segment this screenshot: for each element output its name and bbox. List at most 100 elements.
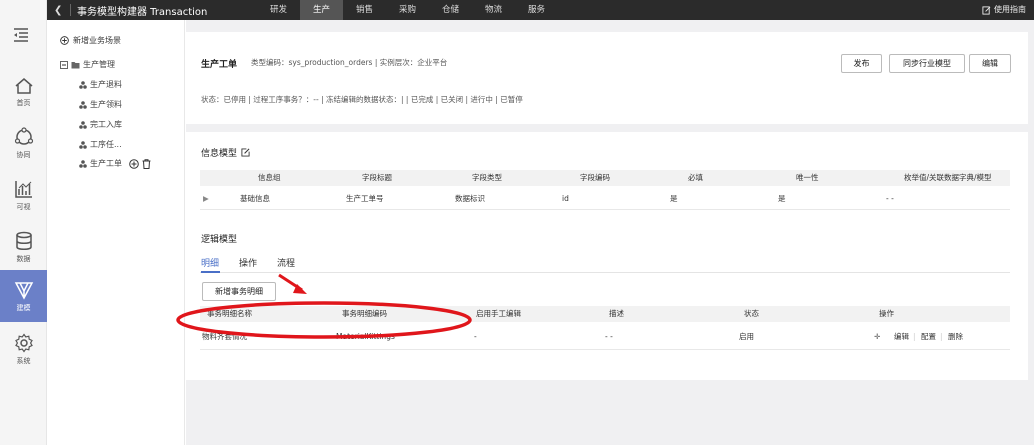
cluster-icon (79, 120, 87, 129)
tree-item-label: 生产领料 (90, 100, 122, 109)
edit-button[interactable]: 编辑 (969, 54, 1011, 73)
expand-arrow-icon[interactable]: ▶ (203, 188, 209, 210)
edit-link[interactable]: 编辑 (894, 324, 909, 350)
publish-button[interactable]: 发布 (841, 54, 882, 73)
add-scene-button[interactable]: 新增业务场景 (60, 35, 121, 46)
tab-warehouse[interactable]: 仓储 (429, 0, 472, 20)
cell: id (562, 194, 569, 203)
cluster-icon (79, 80, 87, 89)
type-meta: 类型编码：sys_production_orders | 实例层次：企业平台 (251, 58, 448, 67)
info-table-header: 信息组 字段标题 字段类型 字段编码 必填 唯一性 枚举值/关联数据字典/模型 (200, 170, 1010, 186)
tree-item[interactable]: 生产领料 (79, 99, 122, 110)
guide-link[interactable]: 使用指南 (982, 0, 1026, 20)
col-header: 状态 (744, 309, 759, 318)
chevron-left-icon[interactable]: ❮ (54, 5, 68, 16)
guide-label: 使用指南 (994, 5, 1026, 14)
cell: - - (605, 332, 613, 341)
nav-modeling[interactable]: 建模 (0, 270, 47, 322)
detail-table-header: 事务明细名称 事务明细编码 启用手工编辑 描述 状态 操作 (200, 306, 1010, 322)
add-detail-button[interactable]: 新增事务明细 (202, 282, 276, 301)
col-header: 必填 (688, 173, 703, 182)
cell: 数据标识 (455, 194, 485, 203)
divider: | (913, 332, 916, 341)
database-icon (15, 231, 32, 250)
add-scene-label: 新增业务场景 (73, 36, 121, 45)
left-nav: 首页 协同 可视 数据 建模 系统 (0, 0, 47, 445)
sync-industry-model-button[interactable]: 同步行业模型 (889, 54, 965, 73)
tab-operation[interactable]: 操作 (239, 256, 257, 269)
tree-item-label: 工序任... (90, 140, 122, 149)
divider: | (940, 332, 943, 341)
info-model-title: 信息模型 (201, 146, 250, 159)
logic-model-title: 逻辑模型 (201, 232, 237, 245)
tab-sales[interactable]: 销售 (343, 0, 386, 20)
tree-root-label: 生产管理 (83, 60, 115, 69)
col-header: 字段类型 (472, 173, 502, 182)
move-icon[interactable]: ✛ (874, 324, 880, 350)
tab-production[interactable]: 生产 (300, 0, 343, 20)
cell: 启用 (739, 332, 754, 341)
nav-collab-label: 协同 (16, 150, 31, 159)
logic-tabs: 明细 操作 流程 (201, 256, 295, 269)
cell: 物料齐套情况 (202, 332, 247, 341)
tab-process[interactable]: 流程 (277, 256, 295, 269)
folder-icon (71, 61, 80, 68)
col-header: 字段编码 (580, 173, 610, 182)
cell: - - (886, 194, 894, 203)
tree-item-selected[interactable]: 生产工单 (79, 158, 151, 169)
top-bar: ❮ 事务模型构建器 Transaction 研发 生产 销售 采购 仓储 物流 … (47, 0, 1034, 20)
tree-item-label: 完工入库 (90, 120, 122, 129)
tree-root-node[interactable]: 生产管理 (60, 59, 115, 70)
col-header: 事务明细名称 (207, 309, 252, 318)
info-model-label: 信息模型 (201, 149, 238, 159)
collapse-box-icon[interactable] (60, 60, 68, 69)
table-row[interactable]: 物料齐套情况 MaterialKittings - - - 启用 ✛ 编辑 | … (200, 324, 1010, 350)
tab-divider (200, 272, 1010, 273)
col-header: 信息组 (258, 173, 281, 182)
scene-tree: 新增业务场景 生产管理 生产退料 生产领料 完工入库 工序任... 生产工单 (47, 20, 185, 445)
nav-modeling-label: 建模 (16, 303, 31, 312)
tree-item[interactable]: 完工入库 (79, 119, 122, 130)
nav-home[interactable]: 首页 (0, 66, 47, 118)
tab-rd[interactable]: 研发 (257, 0, 300, 20)
add-circle-icon[interactable] (129, 158, 139, 169)
tab-detail[interactable]: 明细 (201, 256, 219, 269)
trash-icon[interactable] (142, 158, 151, 169)
tab-purchase[interactable]: 采购 (386, 0, 429, 20)
nav-visual[interactable]: 可视 (0, 169, 47, 221)
edit-guide-icon (982, 5, 991, 15)
nav-data[interactable]: 数据 (0, 221, 47, 273)
nav-data-label: 数据 (16, 254, 31, 263)
tree-item[interactable]: 生产退料 (79, 79, 122, 90)
cell: - (474, 332, 477, 341)
tree-item-label: 生产工单 (90, 159, 122, 168)
col-header: 启用手工编辑 (476, 309, 521, 318)
home-icon (15, 77, 32, 94)
menu-collapse-icon[interactable] (12, 27, 30, 43)
tree-item-label: 生产退料 (90, 80, 122, 89)
delete-link[interactable]: 删除 (948, 324, 963, 350)
status-line: 状态：已停用 | 过程工序事务？：-- | 冻结编辑的数据状态：| | 已完成 … (201, 95, 523, 104)
active-tab-indicator (201, 271, 220, 273)
main-content: 生产工单 类型编码：sys_production_orders | 实例层次：企… (186, 20, 1034, 445)
edit-icon[interactable] (241, 148, 250, 157)
nav-visual-label: 可视 (16, 202, 31, 211)
nav-system-label: 系统 (16, 356, 31, 365)
cell: 基础信息 (240, 194, 270, 203)
cell: 生产工单号 (346, 194, 384, 203)
nav-system[interactable]: 系统 (0, 323, 47, 375)
col-header: 唯一性 (796, 173, 819, 182)
tab-logistics[interactable]: 物流 (472, 0, 515, 20)
tab-service[interactable]: 服务 (515, 0, 558, 20)
tree-item[interactable]: 工序任... (79, 139, 122, 150)
table-row[interactable]: ▶ 基础信息 生产工单号 数据标识 id 是 是 - - (200, 188, 1010, 210)
configure-link[interactable]: 配置 (921, 324, 936, 350)
divider (70, 4, 71, 16)
add-circle-icon (60, 36, 69, 45)
col-header: 操作 (879, 309, 894, 318)
module-tabs: 研发 生产 销售 采购 仓储 物流 服务 (257, 0, 558, 20)
logic-model-label: 逻辑模型 (201, 235, 238, 245)
model-card: 信息模型 信息组 字段标题 字段类型 字段编码 必填 唯一性 枚举值/关联数据字… (186, 132, 1028, 380)
nav-collab[interactable]: 协同 (0, 117, 47, 169)
model-icon (14, 281, 33, 300)
